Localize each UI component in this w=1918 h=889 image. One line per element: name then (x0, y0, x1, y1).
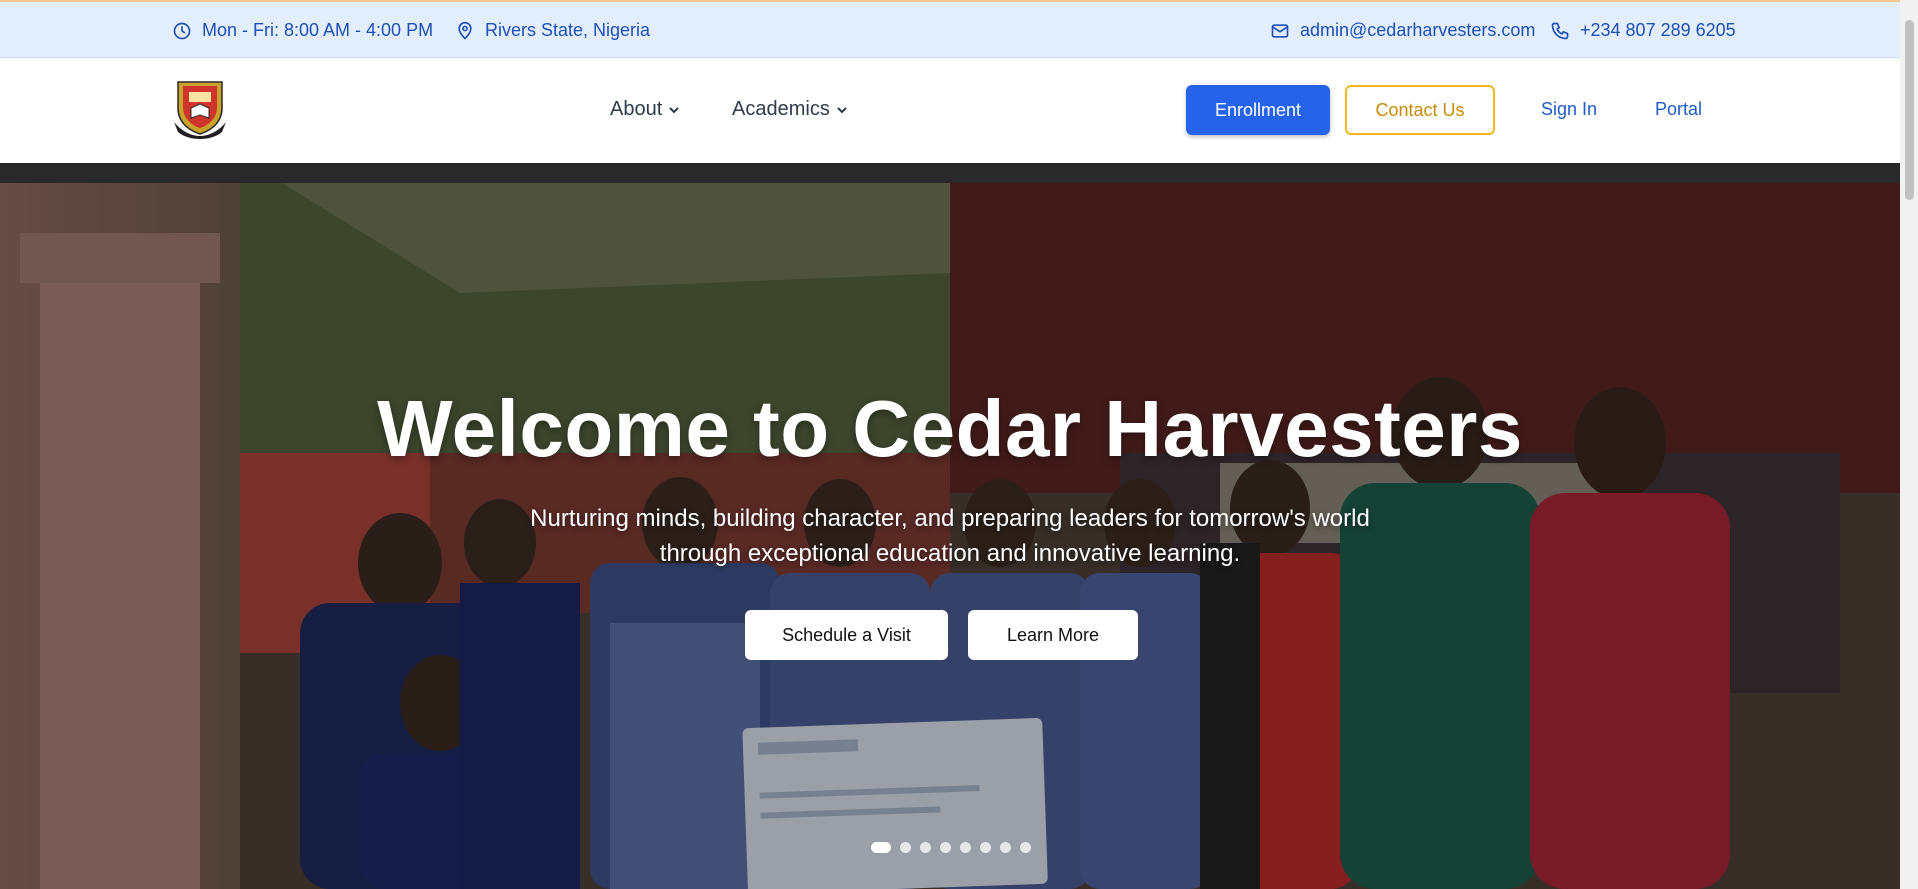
contact-us-button[interactable]: Contact Us (1345, 85, 1495, 135)
carousel-dot[interactable] (960, 842, 971, 853)
mail-icon (1271, 23, 1289, 38)
hero-subtitle: Nurturing minds, building character, and… (530, 505, 1370, 567)
page-scrollbar[interactable] (1900, 0, 1918, 889)
main-navbar: About Academics Enrollment Contact Us Si… (0, 58, 1900, 163)
carousel-dots (871, 842, 1031, 853)
email-text[interactable]: admin@cedarharvesters.com (1300, 20, 1535, 41)
carousel-dot[interactable] (1020, 842, 1031, 853)
phone-link[interactable]: +234 807 289 6205 (1550, 20, 1736, 41)
top-info-bar: Mon - Fri: 8:00 AM - 4:00 PM Rivers Stat… (0, 0, 1900, 58)
hero-section: Welcome to Cedar Harvesters Nurturing mi… (0, 163, 1900, 889)
nav-academics[interactable]: Academics (732, 98, 848, 121)
hours-info: Mon - Fri: 8:00 AM - 4:00 PM (172, 20, 433, 41)
school-crest-logo[interactable] (172, 78, 228, 140)
carousel-dot[interactable] (900, 842, 911, 853)
carousel-dot[interactable] (920, 842, 931, 853)
portal-link[interactable]: Portal (1655, 99, 1702, 120)
carousel-dot[interactable] (871, 842, 891, 853)
phone-icon (1551, 22, 1569, 39)
nav-about-label[interactable]: About (610, 98, 662, 121)
location-info: Rivers State, Nigeria (455, 20, 650, 41)
sign-in-link[interactable]: Sign In (1541, 99, 1597, 120)
phone-text[interactable]: +234 807 289 6205 (1580, 20, 1736, 41)
enrollment-button[interactable]: Enrollment (1186, 85, 1330, 135)
hero-title: Welcome to Cedar Harvesters (377, 384, 1523, 473)
carousel-dot[interactable] (980, 842, 991, 853)
map-pin-icon (458, 21, 472, 39)
chevron-down-icon (837, 106, 847, 113)
clock-icon (173, 22, 191, 39)
nav-about[interactable]: About (610, 98, 680, 121)
schedule-visit-button[interactable]: Schedule a Visit (745, 610, 948, 660)
carousel-dot[interactable] (1000, 842, 1011, 853)
nav-academics-label[interactable]: Academics (732, 98, 830, 121)
scrollbar-thumb[interactable] (1905, 20, 1914, 200)
location-text: Rivers State, Nigeria (485, 20, 651, 40)
chevron-down-icon (669, 106, 679, 113)
hours-text: Mon - Fri: 8:00 AM - 4:00 PM (202, 20, 434, 40)
email-link[interactable]: admin@cedarharvesters.com (1270, 20, 1535, 41)
learn-more-button[interactable]: Learn More (968, 610, 1138, 660)
carousel-dot[interactable] (940, 842, 951, 853)
